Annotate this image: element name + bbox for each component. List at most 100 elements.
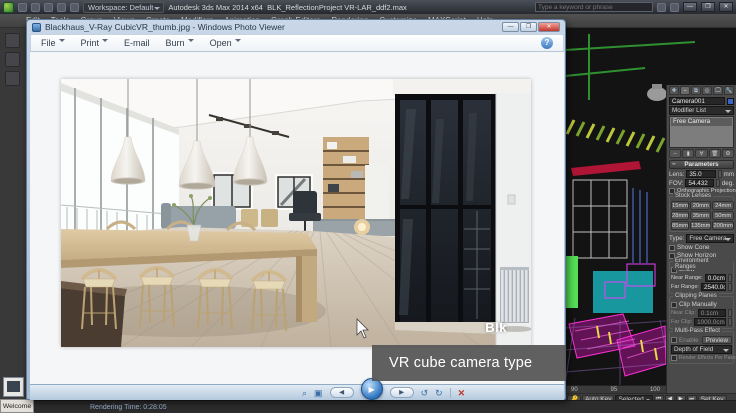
viewer-menu-print[interactable]: Print: [81, 38, 109, 48]
toolbar-separator: [450, 388, 451, 398]
welcome-window-tab[interactable]: Welcome: [0, 399, 34, 413]
lens-20mm-button[interactable]: 20mm: [690, 201, 711, 210]
viewer-minimize-button[interactable]: —: [502, 22, 519, 32]
help-search-icon[interactable]: [657, 3, 666, 12]
rotate-right-icon[interactable]: ↻: [435, 386, 443, 400]
redo-icon[interactable]: [70, 3, 79, 12]
far-range-label: Far Range:: [671, 284, 699, 290]
clip-manually-label: Clip Manually: [679, 301, 717, 308]
camera-type-dropdown[interactable]: Free Camera: [686, 234, 734, 243]
chevron-down-icon: [59, 39, 65, 45]
lens-85mm-button[interactable]: 85mm: [671, 221, 689, 230]
viewer-toolbar: ⌕ ▣ ◀ ▶ ▶ ↺ ↻ ✕: [30, 384, 564, 400]
tab-modify-icon[interactable]: ⌁: [680, 86, 690, 95]
snap-toggle-icon[interactable]: [5, 33, 20, 48]
modifier-list-dropdown[interactable]: Modifier List: [669, 106, 734, 115]
per-pass-checkbox[interactable]: [671, 355, 677, 361]
app-title: Autodesk 3ds Max 2014 x64 BLK_Reflection…: [168, 3, 406, 12]
delete-icon[interactable]: ✕: [458, 386, 466, 400]
per-pass-label: Render Effects Per Pass: [679, 355, 736, 361]
teapot-object[interactable]: [647, 87, 667, 101]
lens-135mm-button[interactable]: 135mm: [690, 221, 711, 230]
workspace-selector[interactable]: Workspace: Default: [83, 2, 164, 13]
left-toolbar-strip: [0, 28, 26, 413]
viewer-menu-email[interactable]: E-mail: [124, 38, 150, 48]
tab-hierarchy-icon[interactable]: ⧉: [691, 86, 701, 95]
undo-icon[interactable]: [57, 3, 66, 12]
stock-lenses-group: Stock Lenses 15mm 20mm 24mm 28mm 35mm 50…: [669, 196, 734, 232]
viewer-menu-file[interactable]: File: [41, 38, 65, 48]
percent-snap-icon[interactable]: [5, 71, 20, 86]
lens-24mm-button[interactable]: 24mm: [712, 201, 733, 210]
preview-button[interactable]: Preview: [702, 336, 732, 344]
rotate-left-icon[interactable]: ↺: [421, 386, 429, 400]
fov-spinner[interactable]: [716, 179, 720, 187]
lens-28mm-button[interactable]: 28mm: [671, 211, 689, 220]
multipass-effect-dropdown[interactable]: Depth of Field: [671, 345, 732, 354]
show-cone-checkbox[interactable]: [669, 245, 675, 251]
open-file-icon[interactable]: [31, 3, 40, 12]
far-clip-spinner[interactable]: [728, 318, 732, 326]
lens-50mm-button[interactable]: 50mm: [712, 211, 733, 220]
community-icon[interactable]: [670, 3, 679, 12]
blk-logo: Blk: [485, 320, 507, 335]
near-range-spinner[interactable]: [728, 274, 732, 282]
show-cone-label: Show Cone: [677, 244, 710, 251]
stack-toolbar: – ▮ ∀ 🗑 ⚙: [669, 149, 734, 158]
clip-manually-checkbox[interactable]: [671, 302, 677, 308]
lens-200mm-button[interactable]: 200mm: [712, 221, 733, 230]
max-maximize-button[interactable]: ❐: [701, 2, 715, 12]
tab-display-icon[interactable]: 🖵: [713, 86, 723, 95]
object-name-field[interactable]: Camera001: [669, 97, 725, 105]
stack-item-free-camera[interactable]: Free Camera: [671, 118, 732, 126]
far-range-spinner[interactable]: [728, 283, 732, 291]
fov-unit: deg.: [722, 180, 734, 187]
near-clip-field[interactable]: 0.1cm: [698, 309, 726, 317]
modifier-stack[interactable]: Free Camera: [669, 116, 734, 148]
new-scene-icon[interactable]: [18, 3, 27, 12]
viewer-maximize-button[interactable]: ❐: [520, 22, 537, 32]
viewer-titlebar[interactable]: Blackhaus_V-Ray CubicVR_thumb.jpg - Wind…: [27, 20, 565, 34]
configure-modifier-sets-icon[interactable]: ⚙: [722, 149, 734, 158]
multipass-enable-label: Enable: [679, 337, 699, 344]
lens-15mm-button[interactable]: 15mm: [671, 201, 689, 210]
near-clip-spinner[interactable]: [728, 309, 732, 317]
previous-button[interactable]: ◀: [330, 387, 354, 398]
zoom-icon[interactable]: ⌕: [302, 386, 307, 400]
photo-viewer-window: Blackhaus_V-Ray CubicVR_thumb.jpg - Wind…: [26, 19, 566, 400]
stock-lenses-title: Stock Lenses: [673, 193, 713, 199]
tab-utilities-icon[interactable]: 🔧: [724, 86, 734, 95]
angle-snap-icon[interactable]: [5, 52, 20, 67]
lens-35mm-button[interactable]: 35mm: [690, 211, 711, 220]
actual-size-icon[interactable]: ▣: [314, 386, 323, 400]
far-clip-field[interactable]: 1000.0cm: [694, 318, 726, 326]
search-input[interactable]: [535, 2, 653, 12]
remove-modifier-icon[interactable]: 🗑: [709, 149, 721, 158]
chevron-down-icon: [188, 39, 194, 45]
show-end-result-icon[interactable]: ▮: [682, 149, 694, 158]
save-file-icon[interactable]: [44, 3, 53, 12]
viewer-menu-open[interactable]: Open: [210, 38, 241, 48]
max-minimize-button[interactable]: —: [683, 2, 697, 12]
help-icon[interactable]: ?: [541, 37, 553, 49]
lens-spinner[interactable]: [718, 170, 722, 178]
viewer-close-button[interactable]: ✕: [538, 22, 560, 32]
viewer-menu-burn[interactable]: Burn: [166, 38, 194, 48]
far-range-field[interactable]: 2540.0cm: [701, 283, 726, 291]
minimized-window-fragment[interactable]: [3, 377, 24, 397]
tab-motion-icon[interactable]: ◎: [702, 86, 712, 95]
lens-field[interactable]: 35.0: [686, 170, 715, 178]
rendered-photo: Blk: [61, 79, 531, 347]
multipass-enable-checkbox[interactable]: [671, 337, 677, 343]
max-logo-icon[interactable]: [3, 2, 14, 13]
near-range-field[interactable]: 0.0cm: [705, 274, 726, 282]
fov-field[interactable]: 54.432: [685, 179, 713, 187]
window-thumbnail: [7, 381, 20, 392]
tab-create-icon[interactable]: ✚: [669, 86, 679, 95]
next-button[interactable]: ▶: [390, 387, 414, 398]
wirecolor-swatch[interactable]: [727, 98, 734, 105]
pin-stack-icon[interactable]: –: [669, 149, 681, 158]
max-close-button[interactable]: ✕: [719, 2, 733, 12]
make-unique-icon[interactable]: ∀: [695, 149, 707, 158]
parameters-rollout[interactable]: −Parameters: [669, 160, 734, 169]
